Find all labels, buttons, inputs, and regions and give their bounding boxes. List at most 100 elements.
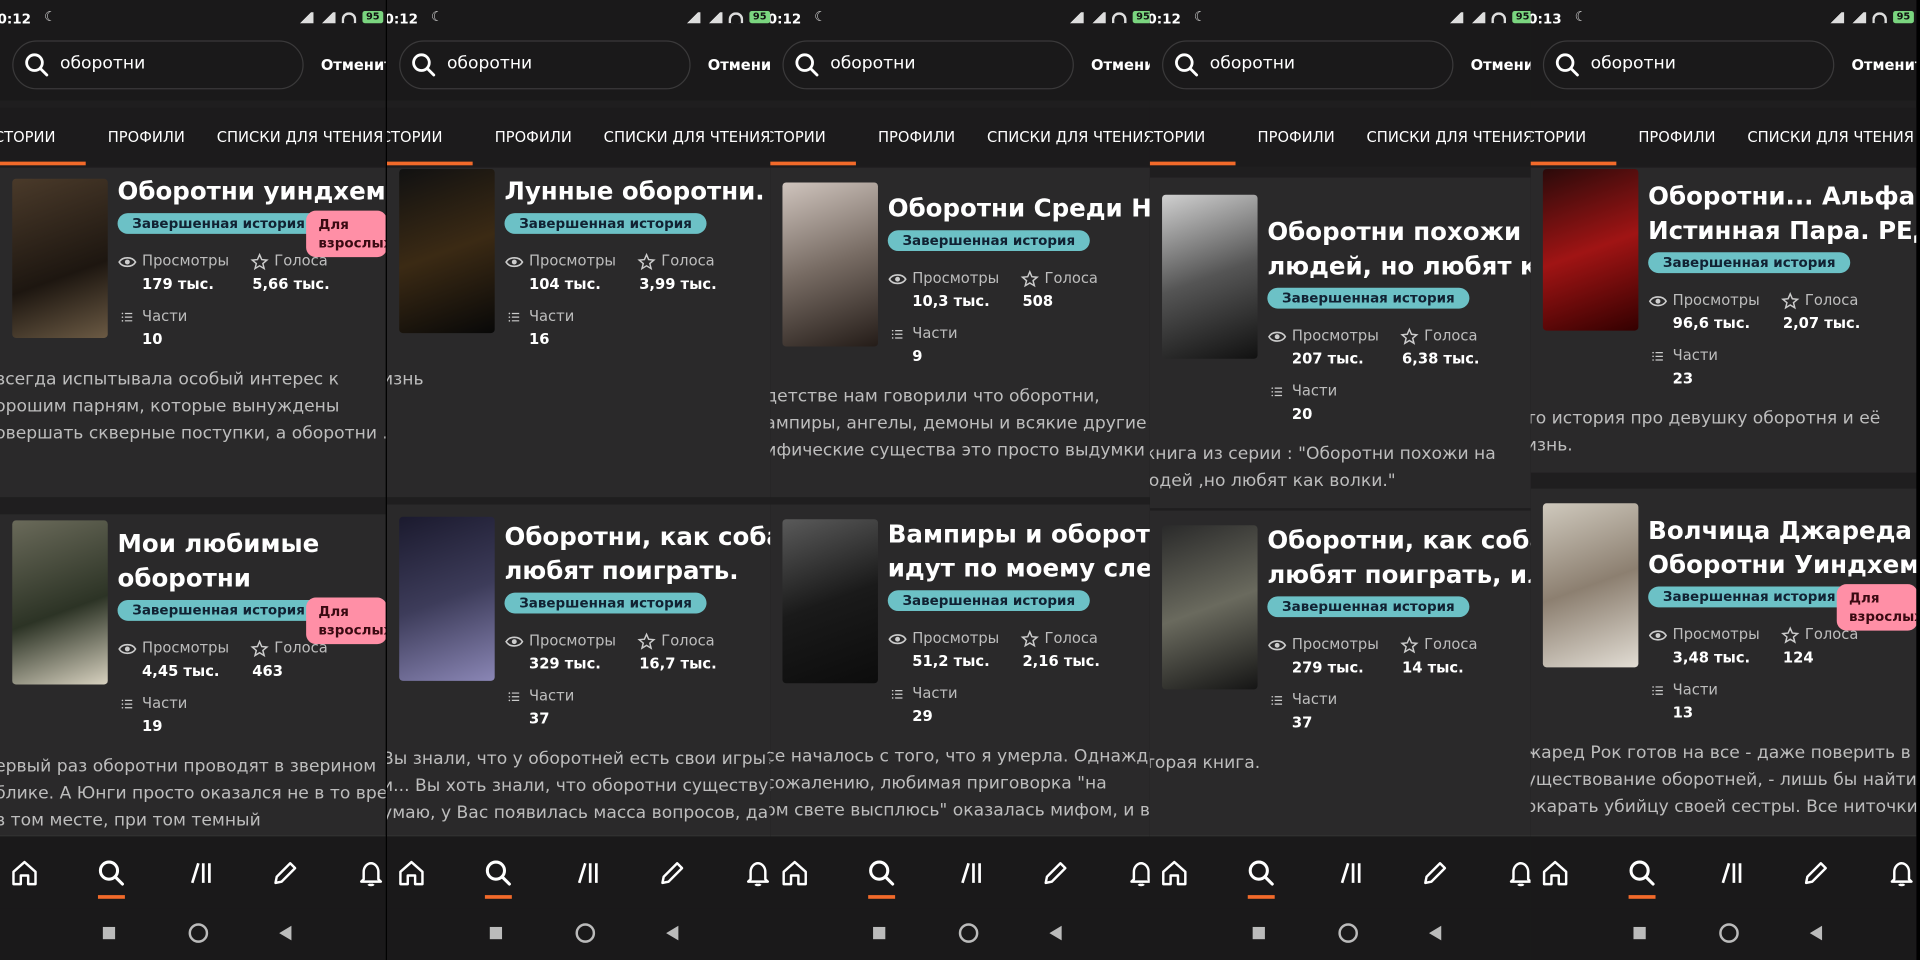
tab-profiles[interactable]: ПРОФИЛИ bbox=[1258, 129, 1335, 146]
tab-reading-lists[interactable]: СПИСКИ ДЛЯ ЧТЕНИЯ bbox=[1747, 129, 1914, 146]
recents-button[interactable] bbox=[489, 926, 503, 940]
home-system-button[interactable] bbox=[575, 923, 596, 943]
story-title[interactable]: любят поиграть, ил... bbox=[1267, 557, 1535, 591]
story-card[interactable]: Мои любимые оборотни Завершенная история Дл… bbox=[0, 514, 386, 836]
cancel-button[interactable]: Отменить bbox=[1471, 56, 1536, 73]
tab-stories[interactable]: ИСТОРИИ bbox=[770, 129, 826, 146]
story-card[interactable]: Оборотни Среди Нас Завершенная история Про… bbox=[770, 167, 1156, 498]
tab-profiles[interactable]: ПРОФИЛИ bbox=[495, 129, 572, 146]
bell-nav-button[interactable] bbox=[356, 858, 385, 894]
story-cover[interactable] bbox=[1162, 194, 1258, 359]
home-nav-button[interactable] bbox=[10, 858, 39, 894]
home-nav-button[interactable] bbox=[397, 858, 426, 894]
story-card[interactable]: Оборотни... Альфа...Истинная Пара. РЕД..… bbox=[1530, 167, 1917, 473]
tab-stories[interactable]: ИСТОРИИ bbox=[0, 129, 56, 146]
story-card[interactable]: Оборотни похожи налюдей, но любят ка... З… bbox=[1149, 177, 1536, 509]
cancel-button[interactable]: Отменить bbox=[321, 56, 386, 73]
tab-stories[interactable]: ИСТОРИИ bbox=[387, 129, 443, 146]
story-description[interactable]: ервый раз оборотни проводят в зверином бл… bbox=[0, 753, 386, 834]
story-description[interactable]: изнь bbox=[387, 366, 773, 393]
search-input[interactable]: оборотни bbox=[1542, 40, 1835, 90]
search-nav-button[interactable] bbox=[97, 858, 126, 894]
search-input[interactable]: оборотни bbox=[399, 40, 691, 90]
story-cover[interactable] bbox=[399, 168, 495, 334]
tab-profiles[interactable]: ПРОФИЛИ bbox=[108, 129, 185, 146]
back-button[interactable] bbox=[1428, 925, 1442, 941]
tab-profiles[interactable]: ПРОФИЛИ bbox=[878, 129, 955, 146]
story-title[interactable]: Лунные оборотни. bbox=[504, 174, 764, 208]
back-button[interactable] bbox=[666, 925, 679, 941]
bell-nav-button[interactable] bbox=[1887, 858, 1916, 894]
tab-reading-lists[interactable]: СПИСКИ ДЛЯ ЧТЕНИЯ bbox=[604, 129, 771, 146]
story-description[interactable]: се началось с того, что я умерла. Однажд… bbox=[770, 743, 1156, 824]
story-cover[interactable] bbox=[399, 516, 495, 681]
story-card[interactable]: Оборотни, как собакилюбят поиграть, ил..… bbox=[1149, 510, 1536, 836]
story-title[interactable]: Волчица Джареда bbox=[1648, 513, 1912, 547]
story-cover[interactable] bbox=[12, 178, 108, 338]
tab-profiles[interactable]: ПРОФИЛИ bbox=[1638, 129, 1715, 146]
story-card[interactable]: Волчица ДжаредаОборотни Уиндхема #2 Завер… bbox=[1530, 488, 1917, 836]
write-nav-button[interactable] bbox=[271, 858, 300, 894]
write-nav-button[interactable] bbox=[1041, 858, 1070, 894]
story-description[interactable]: книга из серии : "Оборотни похожи на юдей… bbox=[1150, 441, 1536, 495]
recents-button[interactable] bbox=[873, 926, 886, 940]
tab-reading-lists[interactable]: СПИСКИ ДЛЯ ЧТЕНИЯ bbox=[217, 129, 384, 146]
write-nav-button[interactable] bbox=[658, 858, 687, 894]
search-nav-button[interactable] bbox=[484, 858, 513, 894]
library-nav-button[interactable] bbox=[572, 858, 601, 894]
story-card[interactable]: Оборотни, как собакилюбят поиграть. Завер… bbox=[386, 504, 773, 836]
tab-reading-lists[interactable]: СПИСКИ ДЛЯ ЧТЕНИЯ bbox=[1367, 129, 1534, 146]
story-cover[interactable] bbox=[1542, 503, 1639, 668]
cancel-button[interactable]: Отменить bbox=[708, 56, 773, 73]
story-title[interactable]: Оборотни похожи на bbox=[1267, 214, 1535, 248]
library-nav-button[interactable] bbox=[955, 858, 984, 894]
story-card[interactable]: Вампиры и оборотниидут по моему следу Зав… bbox=[770, 504, 1156, 836]
recents-button[interactable] bbox=[102, 926, 116, 940]
search-input[interactable]: оборотни bbox=[12, 40, 304, 90]
story-description[interactable]: то история про девушку оборотня и её изнь… bbox=[1531, 405, 1917, 459]
home-nav-button[interactable] bbox=[780, 858, 809, 894]
story-cover[interactable] bbox=[782, 182, 878, 347]
story-title[interactable]: идут по моему следу bbox=[888, 551, 1156, 585]
story-description[interactable]: жаред Рок готов на все - даже поверить в… bbox=[1531, 740, 1917, 821]
back-button[interactable] bbox=[1809, 925, 1823, 941]
tab-reading-lists[interactable]: СПИСКИ ДЛЯ ЧТЕНИЯ bbox=[987, 129, 1154, 146]
story-description[interactable]: торая книга. bbox=[1150, 749, 1536, 776]
library-nav-button[interactable] bbox=[1716, 858, 1745, 894]
story-description[interactable]: детстве нам говорили что оборотни, ампиры… bbox=[770, 383, 1156, 464]
story-cover[interactable] bbox=[782, 519, 878, 684]
story-description[interactable]: Вы знали, что у оборотней есть свои игры… bbox=[387, 746, 773, 827]
search-nav-button[interactable] bbox=[1247, 858, 1276, 894]
story-title[interactable]: Оборотни, как собаки bbox=[504, 519, 772, 553]
library-nav-button[interactable] bbox=[185, 858, 214, 894]
story-title[interactable]: Истинная Пара. РЕД... bbox=[1648, 213, 1916, 247]
story-title[interactable]: Оборотни Среди Нас bbox=[888, 191, 1156, 225]
story-title[interactable]: людей, но любят ка... bbox=[1267, 249, 1535, 283]
write-nav-button[interactable] bbox=[1801, 858, 1830, 894]
story-title[interactable]: любят поиграть. bbox=[504, 553, 738, 587]
tab-stories[interactable]: ИСТОРИИ bbox=[1531, 129, 1587, 146]
cancel-button[interactable]: Отменить bbox=[1091, 56, 1156, 73]
story-title[interactable]: Оборотни... Альфа... bbox=[1648, 179, 1916, 213]
tab-stories[interactable]: ИСТОРИИ bbox=[1150, 129, 1206, 146]
story-title[interactable]: оборотни bbox=[118, 561, 251, 595]
home-nav-button[interactable] bbox=[1540, 858, 1569, 894]
search-input[interactable]: оборотни bbox=[782, 40, 1074, 90]
search-input[interactable]: оборотни bbox=[1162, 40, 1454, 90]
story-cover[interactable] bbox=[1542, 168, 1639, 331]
home-system-button[interactable] bbox=[1719, 923, 1739, 943]
home-nav-button[interactable] bbox=[1160, 858, 1189, 894]
story-title[interactable]: Вампиры и оборотни bbox=[888, 517, 1156, 551]
story-cover[interactable] bbox=[1162, 525, 1258, 690]
library-nav-button[interactable] bbox=[1335, 858, 1364, 894]
recents-button[interactable] bbox=[1252, 926, 1265, 940]
story-title[interactable]: Оборотни уиндхема bbox=[118, 174, 386, 208]
story-card[interactable]: Оборотни уиндхема Завершенная история Для … bbox=[0, 167, 386, 498]
home-system-button[interactable] bbox=[1338, 923, 1358, 943]
search-nav-button[interactable] bbox=[867, 858, 896, 894]
story-title[interactable]: Мои любимые bbox=[118, 527, 320, 561]
story-title[interactable]: Оборотни, как собаки bbox=[1267, 523, 1535, 557]
story-description[interactable]: всегда испытывала особый интерес к орошим… bbox=[0, 366, 386, 447]
story-card[interactable]: Лунные оборотни. Завершенная история Просм… bbox=[386, 167, 773, 498]
search-nav-button[interactable] bbox=[1627, 858, 1656, 894]
